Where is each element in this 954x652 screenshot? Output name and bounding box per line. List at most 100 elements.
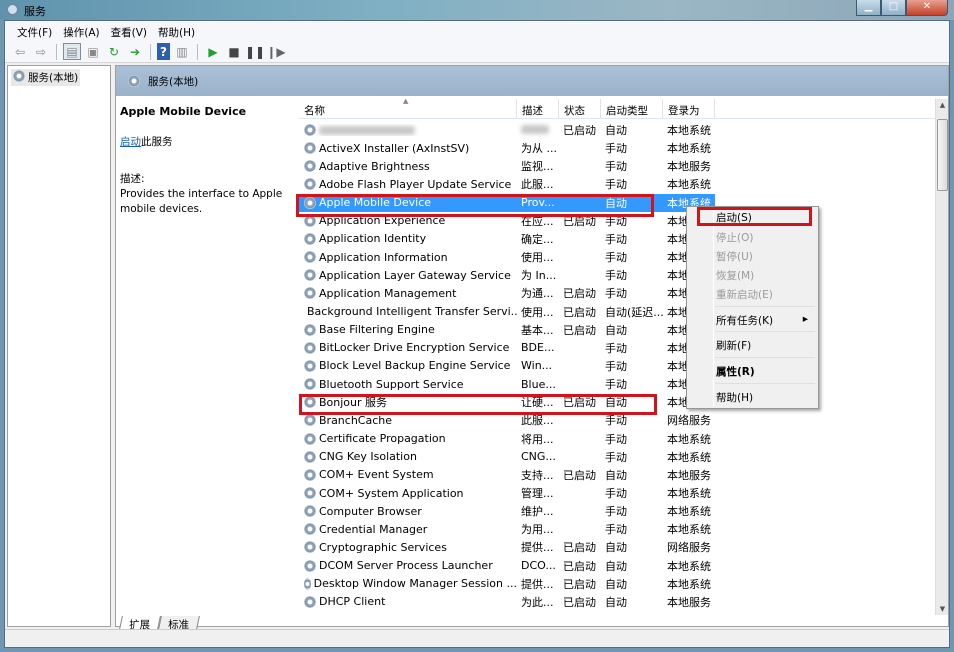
service-description: 将用... [521,432,554,446]
service-status: 已启动 [563,124,596,137]
start-icon[interactable]: ▶ [204,43,222,60]
scrollbar-thumb[interactable] [937,119,948,191]
service-gear-icon [304,432,316,445]
service-name: Adobe Flash Player Update Service [299,178,517,191]
service-startup-type: 手动 [605,341,627,355]
vertical-scrollbar[interactable]: ▲ ▼ [935,99,948,615]
service-status: 已启动 [563,559,596,573]
service-row[interactable]: DHCP Client 为此... 已启动 自动 本地服务 [299,593,938,611]
resume-icon[interactable]: ❙▶ [266,43,285,60]
service-name: Background Intelligent Transfer Servi... [307,305,517,318]
service-row[interactable]: Adobe Flash Player Update Service 此服... 手动… [299,175,938,193]
tree-node-services-local[interactable]: 服务(本地) [11,69,81,86]
service-startup-type: 手动 [605,432,627,446]
service-detail-panel: Apple Mobile Device 启动此服务 描述: Provides t… [120,104,296,217]
service-row[interactable]: BitLocker Drive Encryption Service BDE...… [299,339,938,357]
minimize-button[interactable]: ▁ [856,0,881,16]
context-menu-item[interactable]: 帮助(H) [716,390,816,405]
refresh-icon[interactable]: ↻ [105,43,123,60]
menu-file[interactable]: 文件(F) [13,21,59,41]
service-description: 为此... [521,595,554,609]
service-name: Base Filtering Engine [299,323,517,336]
pause-icon[interactable]: ❚❚ [245,43,265,60]
column-header-startup-type[interactable]: 启动类型 [601,99,663,118]
service-description: 为从 ... [521,142,557,156]
service-startup-type: 自动 [605,323,627,337]
context-menu-item[interactable]: 所有任务(K) ▸ [716,313,816,328]
service-description: 管理... [521,487,554,500]
context-menu-item[interactable]: 刷新(F) [716,338,816,353]
service-row[interactable]: Bluetooth Support ServiceBlue...手动本地服务 [299,375,938,393]
service-row[interactable]: Application Management为通...已启动手动本地系统 [299,284,938,302]
column-header-logon-as[interactable]: 登录为 [663,99,715,118]
service-row[interactable]: Certificate Propagation 将用... 手动 本地系统 [299,430,938,448]
menu-action[interactable]: 操作(A) [59,21,106,41]
service-description: 支持... [521,468,554,482]
service-name: Application Layer Gateway Service [299,269,517,282]
service-row[interactable]: ActiveX Installer (AxInstSV) 为从 ... 手动 本地系统 [299,139,938,157]
forward-icon[interactable]: ⇨ [32,43,50,60]
service-name: Bluetooth Support Service [299,378,517,391]
export-icon[interactable]: ➔ [126,43,144,60]
service-row[interactable]: Cryptographic Services 提供... 已启动 自动 网络服务 [299,538,938,556]
service-name [299,124,517,136]
service-logon-as: 本地系统 [667,450,711,464]
service-name: Block Level Backup Engine Service [299,359,517,372]
service-description: 监视... [521,160,554,174]
close-button[interactable]: ✕ [906,0,948,16]
services-app-icon [6,3,19,16]
context-menu-item[interactable]: 重新启动(E) [716,287,816,302]
properties-icon[interactable]: ▣ [84,43,102,60]
menu-separator [715,383,815,384]
service-startup-type: 手动 [605,142,627,156]
service-startup-type: 手动 [605,450,627,464]
service-gear-icon [304,160,316,173]
context-menu-item[interactable]: 恢复(M) [716,268,816,283]
service-row[interactable]: DCOM Server Process Launcher DCO... 已启动 自动 本… [299,557,938,575]
context-menu: 启动(S) 停止(O) 暂停(U) 恢复(M) 重新启动(E) 所有任务(K) ▸ 刷新(F)… [686,206,819,409]
service-row[interactable]: Application Identity确定...手动本地服务 [299,230,938,248]
context-menu-item[interactable]: 属性(R) [716,364,816,379]
service-row[interactable]: Adaptive Brightness 监视... 手动 本地服务 [299,157,938,175]
service-row[interactable]: Application Layer Gateway Service 为 In...… [299,266,938,284]
service-status: 已启动 [563,305,596,319]
menu-view[interactable]: 查看(V) [107,21,154,41]
service-row[interactable]: CNG Key Isolation CNG... 手动 本地系统 [299,448,938,466]
service-startup-type: 手动 [605,251,627,265]
submenu-arrow-icon: ▸ [802,313,808,325]
service-gear-icon [304,359,316,372]
stop-icon[interactable]: ■ [225,43,243,60]
service-row[interactable]: Block Level Backup Engine Service Win... 手… [299,357,938,375]
start-service-link[interactable]: 启动 [120,136,141,148]
column-header-description[interactable]: 描述 [517,99,559,118]
service-row[interactable]: Desktop Window Manager Session ... 提供... 已… [299,575,938,593]
service-row[interactable]: 已启动 自动 本地系统 [299,121,938,139]
column-header-status[interactable]: 状态 [559,99,601,118]
service-name: ActiveX Installer (AxInstSV) [299,142,517,155]
maximize-button[interactable]: □ [881,0,906,16]
column-header-name[interactable]: 名称 ▲ [299,99,517,118]
service-row[interactable]: Application Information使用...手动本地系统 [299,248,938,266]
show-hide-tree-icon[interactable]: ▤ [63,43,81,60]
context-menu-item[interactable]: 停止(O) [716,230,816,245]
service-logon-as: 本地服务 [667,595,711,609]
back-icon[interactable]: ⇦ [11,43,29,60]
service-row[interactable]: Base Filtering Engine基本...已启动自动本地服务 [299,321,938,339]
service-startup-type: 自动(延迟... [605,305,663,319]
service-row[interactable]: COM+ Event System 支持... 已启动 自动 本地服务 [299,466,938,484]
service-row[interactable]: Background Intelligent Transfer Servi...… [299,303,938,321]
service-logon-as: 本地服务 [667,468,711,482]
service-startup-type: 自动 [605,559,627,573]
service-description [517,124,559,137]
service-startup-type: 手动 [605,232,627,246]
service-row[interactable]: Computer Browser 维护... 手动 本地系统 [299,502,938,520]
service-name: DCOM Server Process Launcher [299,559,517,572]
help-icon[interactable]: ? [157,43,170,60]
service-row[interactable]: COM+ System Application 管理... 手动 本地系统 [299,484,938,502]
context-menu-item[interactable]: 暂停(U) [716,249,816,264]
window-title: 服务 [24,5,46,18]
menu-help[interactable]: 帮助(H) [154,21,202,41]
service-row[interactable]: Credential Manager 为用... 手动 本地系统 [299,520,938,538]
action-pane-icon[interactable]: ▥ [173,43,191,60]
service-gear-icon [304,251,316,264]
